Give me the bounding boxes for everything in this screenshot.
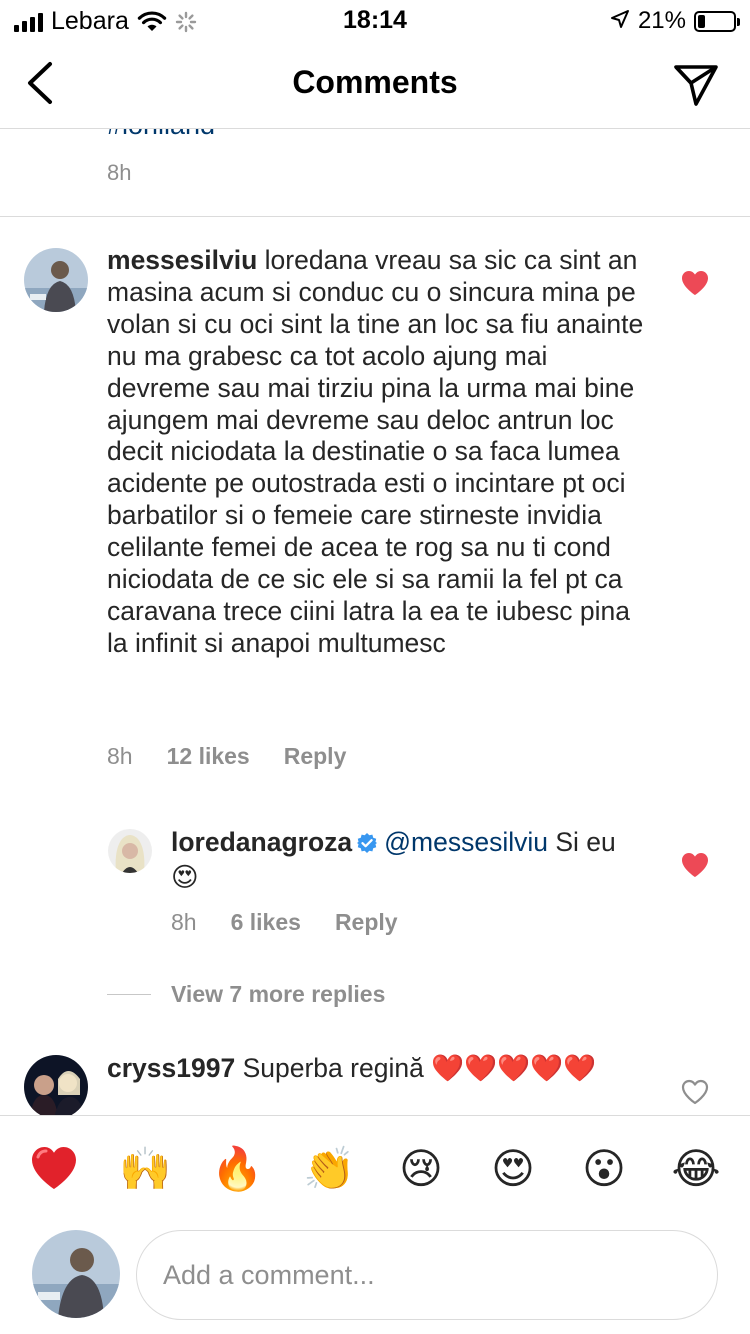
avatar[interactable] bbox=[108, 829, 152, 873]
comment-username[interactable]: cryss1997 bbox=[107, 1053, 235, 1083]
reply-body: loredanagroza @messesilviu Si eu 😍 bbox=[171, 827, 641, 894]
like-button[interactable] bbox=[681, 852, 709, 878]
like-button[interactable] bbox=[681, 270, 709, 296]
caption-hashtag[interactable]: #lorilland bbox=[107, 129, 215, 141]
comment-text: loredana vreau sa sic ca sint an masina … bbox=[107, 245, 644, 658]
battery-fill bbox=[698, 14, 705, 28]
comment-text: Superba regină ❤️❤️❤️❤️❤️ bbox=[242, 1053, 597, 1083]
caption-timestamp: 8h bbox=[107, 160, 132, 185]
status-right: 21% bbox=[610, 7, 740, 35]
heart-filled-icon bbox=[682, 271, 708, 295]
nav-bar: Comments bbox=[0, 42, 750, 129]
divider bbox=[0, 216, 750, 217]
comment-input[interactable] bbox=[136, 1230, 718, 1320]
comment-meta: 8h 12 likes Reply bbox=[107, 743, 346, 770]
like-button[interactable] bbox=[681, 1079, 709, 1105]
comment-username[interactable]: messesilviu bbox=[107, 245, 257, 275]
battery-percent: 21% bbox=[637, 7, 686, 34]
avatar[interactable] bbox=[24, 248, 88, 312]
emoji-crying-face-button[interactable]: 😢 bbox=[395, 1143, 447, 1195]
emoji-clapping-button[interactable]: 👏 bbox=[303, 1143, 355, 1195]
emoji-laughing-tears-button[interactable]: 😂 bbox=[670, 1143, 722, 1195]
verified-badge-icon bbox=[356, 830, 378, 862]
heart-outline-icon bbox=[681, 1079, 709, 1105]
comments-list[interactable]: #lorilland 8h messesilviu loredana vreau… bbox=[0, 129, 750, 1115]
comment-body: messesilviu loredana vreau sa sic ca sin… bbox=[107, 245, 647, 660]
likes-count[interactable]: 12 likes bbox=[167, 743, 250, 770]
emoji-heart-button[interactable] bbox=[28, 1143, 80, 1195]
reply-button[interactable]: Reply bbox=[335, 909, 398, 936]
replies-divider-line bbox=[107, 994, 151, 995]
screen: Lebara 18:14 21% Comments 8h messesilviu… bbox=[0, 0, 750, 1334]
current-user-avatar bbox=[32, 1230, 120, 1318]
emoji-fire-button[interactable]: 🔥 bbox=[211, 1143, 263, 1195]
comment-body: cryss1997 Superba regină ❤️❤️❤️❤️❤️ bbox=[107, 1053, 627, 1085]
emoji-reaction-bar: 🙌 🔥 👏 😢 😍 😮 😂 bbox=[0, 1115, 750, 1222]
mention-link[interactable]: @messesilviu bbox=[384, 827, 548, 857]
battery-icon bbox=[694, 10, 740, 32]
red-heart-icon bbox=[32, 1147, 76, 1189]
likes-count[interactable]: 6 likes bbox=[231, 909, 301, 936]
location-arrow-icon bbox=[610, 9, 630, 34]
emoji-heart-eyes-button[interactable]: 😍 bbox=[487, 1143, 539, 1195]
paper-plane-icon bbox=[674, 65, 718, 106]
heart-filled-icon bbox=[682, 853, 708, 877]
comment-timestamp: 8h bbox=[107, 743, 133, 769]
emoji-surprised-face-button[interactable]: 😮 bbox=[578, 1143, 630, 1195]
page-title: Comments bbox=[292, 64, 458, 100]
view-more-replies-button[interactable]: View 7 more replies bbox=[107, 981, 385, 1008]
reply-meta: 8h 6 likes Reply bbox=[171, 909, 398, 936]
share-button[interactable] bbox=[672, 62, 720, 108]
avatar[interactable] bbox=[24, 1055, 88, 1115]
view-more-replies-label: View 7 more replies bbox=[171, 981, 386, 1007]
comment-composer bbox=[0, 1222, 750, 1334]
comment-timestamp: 8h bbox=[171, 909, 197, 935]
comment-username[interactable]: loredanagroza bbox=[171, 827, 352, 857]
reply-button[interactable]: Reply bbox=[284, 743, 347, 770]
emoji-raised-hands-button[interactable]: 🙌 bbox=[119, 1143, 171, 1195]
status-bar: Lebara 18:14 21% bbox=[0, 0, 750, 42]
